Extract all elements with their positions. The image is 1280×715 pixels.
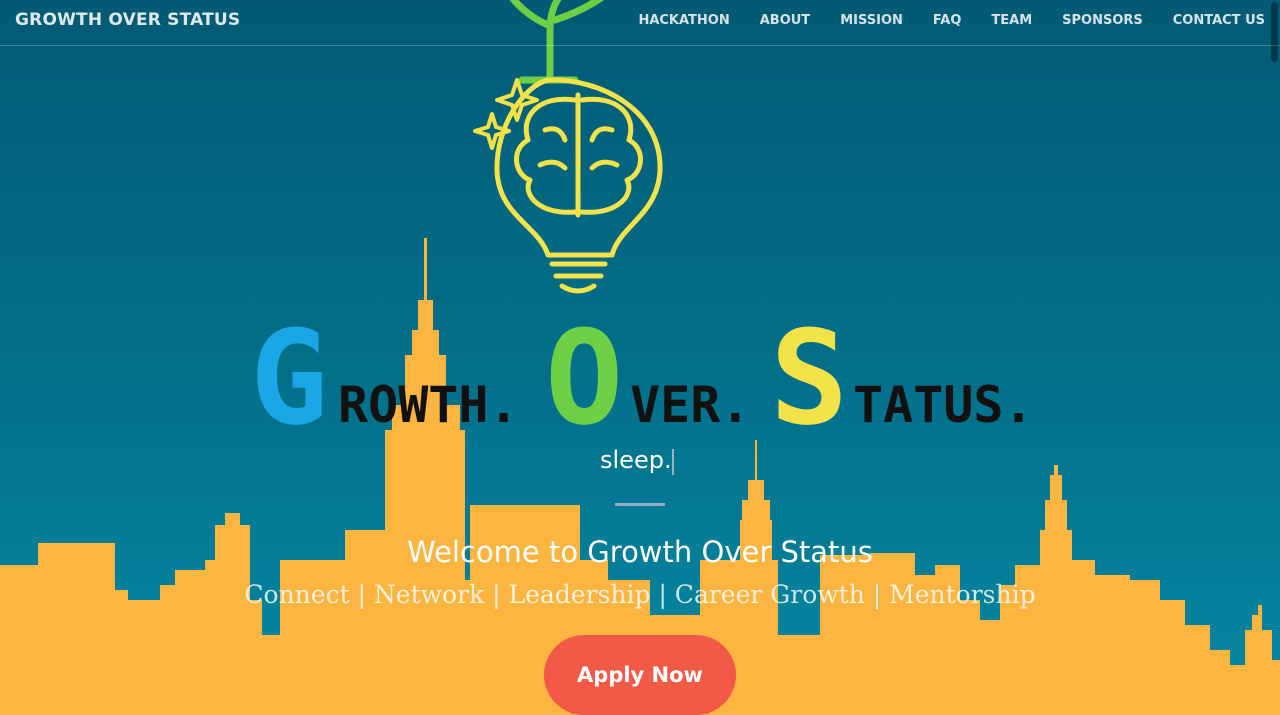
- top-navbar: GROWTH OVER STATUS HACKATHON ABOUT MISSI…: [0, 0, 1280, 46]
- nav-link-contact[interactable]: CONTACT US: [1173, 13, 1265, 28]
- hero-word-growth: ROWTH.: [338, 376, 519, 434]
- hero-word-status: TATUS.: [853, 376, 1034, 434]
- nav-link-about[interactable]: ABOUT: [760, 13, 810, 28]
- nav-link-hackathon[interactable]: HACKATHON: [638, 13, 729, 28]
- hero-letter-s: S: [770, 302, 849, 454]
- nav-links: HACKATHON ABOUT MISSION FAQ TEAM SPONSOR…: [608, 13, 1265, 28]
- hero-word-over: VER.: [630, 376, 751, 434]
- typing-cursor: [672, 449, 674, 475]
- nav-link-faq[interactable]: FAQ: [933, 13, 962, 28]
- hero-divider: [615, 503, 665, 506]
- nav-link-sponsors[interactable]: SPONSORS: [1062, 13, 1143, 28]
- hero-letter-g: G: [250, 302, 329, 454]
- hero-title: G ROWTH. O VER. S TATUS.: [0, 305, 1280, 445]
- brand-logo[interactable]: GROWTH OVER STATUS: [15, 10, 240, 30]
- welcome-heading: Welcome to Growth Over Status: [407, 535, 873, 569]
- hero-tagline: Connect | Network | Leadership | Career …: [244, 580, 1036, 609]
- hero-letter-o: O: [545, 302, 624, 454]
- apply-now-button[interactable]: Apply Now: [544, 635, 736, 715]
- nav-link-team[interactable]: TEAM: [991, 13, 1032, 28]
- typed-text: sleep.: [600, 446, 672, 474]
- nav-link-mission[interactable]: MISSION: [840, 13, 903, 28]
- page-scrollbar[interactable]: [1271, 2, 1278, 62]
